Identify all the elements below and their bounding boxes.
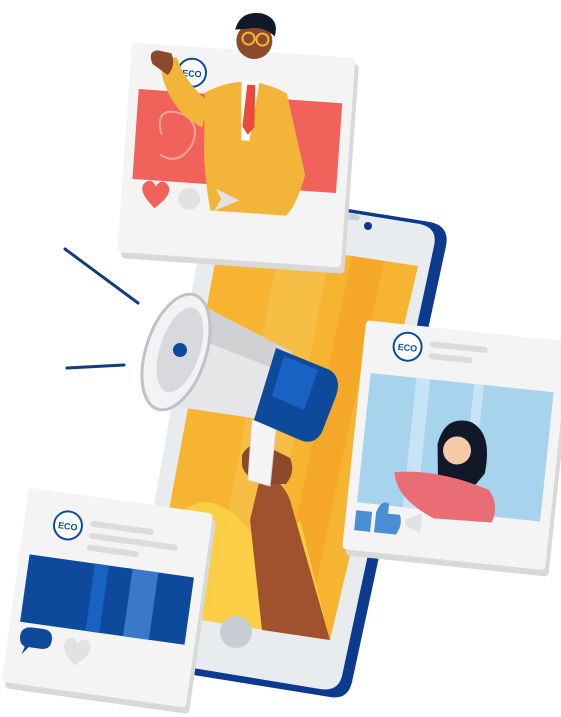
brand-badge-label: ECO <box>397 342 417 354</box>
phone-home-button <box>220 616 252 648</box>
social-media-marketing-illustration: ECO ECO ECO <box>2 12 561 714</box>
post-card-man: ECO <box>117 12 359 274</box>
sound-lines <box>63 247 140 370</box>
megaphone-speaker-icon <box>173 343 187 357</box>
post-card-woman: ECO <box>342 320 561 577</box>
post-card-banner: ECO <box>2 488 216 714</box>
phone-camera <box>364 222 372 230</box>
